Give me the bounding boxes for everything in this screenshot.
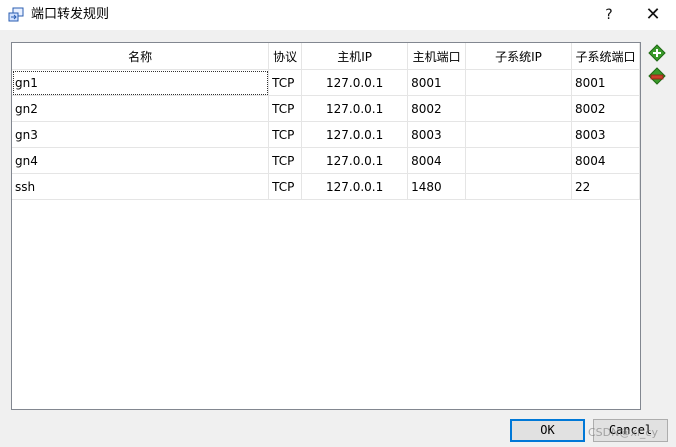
port-forwarding-table[interactable]: 名称 协议 主机IP 主机端口 子系统IP 子系统端口 gn1 TCP 127.…: [11, 42, 641, 410]
cell-protocol[interactable]: TCP: [268, 121, 303, 148]
cell-guest-port[interactable]: 8003: [571, 121, 641, 148]
title-bar: 端口转发规则 ? ✕: [0, 0, 676, 30]
cancel-button[interactable]: Cancel: [593, 419, 668, 442]
cell-guest-ip[interactable]: [465, 121, 572, 148]
cell-host-port[interactable]: 8002: [407, 95, 467, 122]
cell-protocol[interactable]: TCP: [268, 173, 303, 200]
column-header-guest-ip[interactable]: 子系统IP: [465, 43, 572, 70]
cell-guest-port[interactable]: 8002: [571, 95, 641, 122]
column-header-protocol[interactable]: 协议: [268, 43, 303, 70]
cell-host-ip[interactable]: 127.0.0.1: [301, 121, 409, 148]
cell-host-ip[interactable]: 127.0.0.1: [301, 147, 409, 174]
close-button[interactable]: ✕: [630, 0, 676, 30]
cell-name[interactable]: gn1: [12, 69, 270, 96]
cell-guest-port[interactable]: 8001: [571, 69, 641, 96]
cell-protocol[interactable]: TCP: [268, 95, 303, 122]
table-row[interactable]: gn4 TCP 127.0.0.1 8004 8004: [12, 147, 641, 174]
cell-guest-ip[interactable]: [465, 147, 572, 174]
remove-rule-icon[interactable]: [648, 67, 666, 85]
column-header-name[interactable]: 名称: [12, 43, 270, 70]
cell-guest-port[interactable]: 8004: [571, 147, 641, 174]
cell-protocol[interactable]: TCP: [268, 147, 303, 174]
table-row[interactable]: gn2 TCP 127.0.0.1 8002 8002: [12, 95, 641, 122]
cell-name[interactable]: ssh: [12, 173, 270, 200]
cell-host-ip[interactable]: 127.0.0.1: [301, 173, 409, 200]
cell-host-ip[interactable]: 127.0.0.1: [301, 95, 409, 122]
cell-name[interactable]: gn3: [12, 121, 270, 148]
cell-host-ip[interactable]: 127.0.0.1: [301, 69, 409, 96]
cell-host-port[interactable]: 8004: [407, 147, 467, 174]
cell-guest-port[interactable]: 22: [571, 173, 641, 200]
help-button[interactable]: ?: [586, 0, 632, 30]
cell-guest-ip[interactable]: [465, 95, 572, 122]
cell-guest-ip[interactable]: [465, 173, 572, 200]
ok-button[interactable]: OK: [510, 419, 585, 442]
add-rule-icon[interactable]: [648, 44, 666, 62]
cell-name[interactable]: gn2: [12, 95, 270, 122]
table-row[interactable]: ssh TCP 127.0.0.1 1480 22: [12, 173, 641, 200]
cell-name[interactable]: gn4: [12, 147, 270, 174]
column-header-host-ip[interactable]: 主机IP: [301, 43, 409, 70]
cell-protocol[interactable]: TCP: [268, 69, 303, 96]
table-row[interactable]: gn3 TCP 127.0.0.1 8003 8003: [12, 121, 641, 148]
cell-guest-ip[interactable]: [465, 69, 572, 96]
cell-host-port[interactable]: 1480: [407, 173, 467, 200]
cell-host-port[interactable]: 8001: [407, 69, 467, 96]
column-header-host-port[interactable]: 主机端口: [407, 43, 467, 70]
window-title: 端口转发规则: [31, 7, 110, 22]
table-row[interactable]: gn1 TCP 127.0.0.1 8001 8001: [12, 69, 641, 96]
table-header-row: 名称 协议 主机IP 主机端口 子系统IP 子系统端口: [12, 43, 641, 70]
cell-host-port[interactable]: 8003: [407, 121, 467, 148]
column-header-guest-port[interactable]: 子系统端口: [571, 43, 641, 70]
port-forwarding-icon: [8, 7, 24, 22]
